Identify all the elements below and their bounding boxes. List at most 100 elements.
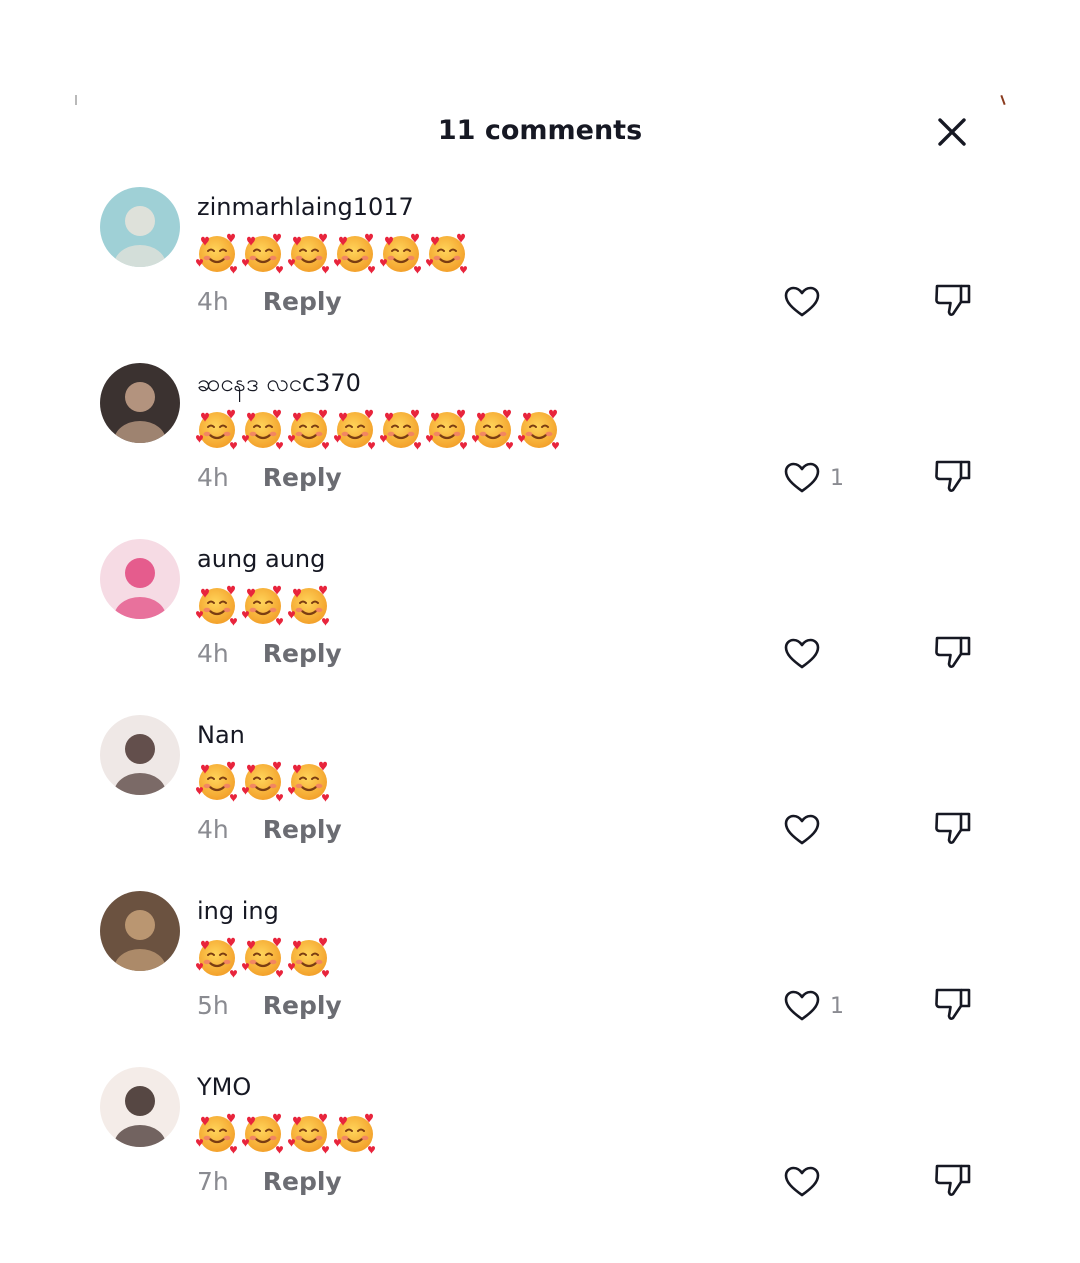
avatar-image bbox=[100, 363, 180, 443]
dislike-button[interactable] bbox=[931, 454, 975, 498]
comment-meta: 4h Reply bbox=[197, 813, 342, 847]
smiling-face-with-hearts-icon bbox=[380, 233, 421, 274]
avatar-image bbox=[100, 1067, 180, 1147]
smiling-face-with-hearts-icon bbox=[288, 409, 329, 450]
frame-corner-left bbox=[75, 95, 77, 105]
avatar-image bbox=[100, 539, 180, 619]
comment-time: 5h bbox=[197, 991, 229, 1020]
smiling-face-with-hearts-icon bbox=[334, 233, 375, 274]
comment-username[interactable]: Nan bbox=[197, 719, 245, 751]
comment-text bbox=[195, 583, 331, 629]
smiling-face-with-hearts-icon bbox=[242, 233, 283, 274]
dislike-button[interactable] bbox=[931, 806, 975, 850]
comment-item: ing ing 5h Reply 1 bbox=[0, 891, 1080, 1067]
close-button[interactable] bbox=[930, 110, 974, 154]
like-count: 1 bbox=[830, 465, 844, 491]
comment-item: YMO 7h Reply bbox=[0, 1067, 1080, 1243]
comment-username[interactable]: ဆငနဒ လငc370 bbox=[197, 367, 361, 399]
comment-item: Nan 4h Reply bbox=[0, 715, 1080, 891]
avatar-image bbox=[100, 715, 180, 795]
comment-time: 4h bbox=[197, 815, 229, 844]
avatar[interactable] bbox=[100, 187, 180, 267]
like-button[interactable]: 1 bbox=[782, 456, 844, 500]
smiling-face-with-hearts-icon bbox=[426, 409, 467, 450]
comment-text bbox=[195, 759, 331, 805]
reply-button[interactable]: Reply bbox=[263, 639, 342, 668]
like-button[interactable] bbox=[782, 280, 830, 324]
comment-text bbox=[195, 407, 561, 453]
comment-item: ဆငနဒ လငc370 4h Reply 1 bbox=[0, 363, 1080, 539]
comment-username[interactable]: ing ing bbox=[197, 895, 279, 927]
comment-meta: 4h Reply bbox=[197, 285, 342, 319]
comment-meta: 5h Reply bbox=[197, 989, 342, 1023]
smiling-face-with-hearts-icon bbox=[242, 585, 283, 626]
dislike-button[interactable] bbox=[931, 1158, 975, 1202]
smiling-face-with-hearts-icon bbox=[196, 409, 237, 450]
like-button[interactable] bbox=[782, 632, 830, 676]
smiling-face-with-hearts-icon bbox=[288, 761, 329, 802]
smiling-face-with-hearts-icon bbox=[288, 233, 329, 274]
comment-time: 4h bbox=[197, 463, 229, 492]
reply-button[interactable]: Reply bbox=[263, 287, 342, 316]
smiling-face-with-hearts-icon bbox=[196, 585, 237, 626]
smiling-face-with-hearts-icon bbox=[518, 409, 559, 450]
reply-button[interactable]: Reply bbox=[263, 1167, 342, 1196]
reply-button[interactable]: Reply bbox=[263, 991, 342, 1020]
comment-meta: 7h Reply bbox=[197, 1165, 342, 1199]
comment-time: 4h bbox=[197, 287, 229, 316]
comment-meta: 4h Reply bbox=[197, 637, 342, 671]
reply-button[interactable]: Reply bbox=[263, 815, 342, 844]
smiling-face-with-hearts-icon bbox=[242, 409, 283, 450]
smiling-face-with-hearts-icon bbox=[288, 1113, 329, 1154]
smiling-face-with-hearts-icon bbox=[288, 937, 329, 978]
heart-outline-icon bbox=[784, 990, 820, 1021]
comment-time: 7h bbox=[197, 1167, 229, 1196]
frame-corner-right bbox=[1000, 94, 1006, 106]
comment-item: zinmarhlaing1017 4h Reply bbox=[0, 187, 1080, 363]
thumbs-down-icon bbox=[935, 460, 971, 492]
avatar[interactable] bbox=[100, 715, 180, 795]
heart-outline-icon bbox=[784, 1166, 820, 1197]
thumbs-down-icon bbox=[935, 636, 971, 668]
smiling-face-with-hearts-icon bbox=[196, 761, 237, 802]
smiling-face-with-hearts-icon bbox=[196, 937, 237, 978]
comment-text bbox=[195, 935, 331, 981]
heart-outline-icon bbox=[784, 286, 820, 317]
smiling-face-with-hearts-icon bbox=[426, 233, 467, 274]
comment-username[interactable]: zinmarhlaing1017 bbox=[197, 191, 414, 223]
comment-username[interactable]: aung aung bbox=[197, 543, 325, 575]
smiling-face-with-hearts-icon bbox=[242, 937, 283, 978]
comment-username[interactable]: YMO bbox=[197, 1071, 251, 1103]
avatar[interactable] bbox=[100, 363, 180, 443]
smiling-face-with-hearts-icon bbox=[288, 585, 329, 626]
comment-item: aung aung 4h Reply bbox=[0, 539, 1080, 715]
heart-outline-icon bbox=[784, 638, 820, 669]
avatar[interactable] bbox=[100, 1067, 180, 1147]
comments-count-title: 11 comments bbox=[437, 115, 643, 146]
close-icon bbox=[938, 118, 966, 146]
like-button[interactable]: 1 bbox=[782, 984, 844, 1028]
smiling-face-with-hearts-icon bbox=[196, 233, 237, 274]
like-button[interactable] bbox=[782, 808, 830, 852]
like-button[interactable] bbox=[782, 1160, 830, 1204]
thumbs-down-icon bbox=[935, 812, 971, 844]
thumbs-down-icon bbox=[935, 1164, 971, 1196]
dislike-button[interactable] bbox=[931, 982, 975, 1026]
dislike-button[interactable] bbox=[931, 278, 975, 322]
reply-button[interactable]: Reply bbox=[263, 463, 342, 492]
like-count: 1 bbox=[830, 993, 844, 1019]
dislike-button[interactable] bbox=[931, 630, 975, 674]
heart-outline-icon bbox=[784, 462, 820, 493]
avatar-image bbox=[100, 187, 180, 267]
smiling-face-with-hearts-icon bbox=[472, 409, 513, 450]
comment-text bbox=[195, 231, 469, 277]
avatar[interactable] bbox=[100, 891, 180, 971]
comment-text bbox=[195, 1111, 377, 1157]
heart-outline-icon bbox=[784, 814, 820, 845]
smiling-face-with-hearts-icon bbox=[196, 1113, 237, 1154]
avatar[interactable] bbox=[100, 539, 180, 619]
smiling-face-with-hearts-icon bbox=[334, 409, 375, 450]
comment-time: 4h bbox=[197, 639, 229, 668]
comment-meta: 4h Reply bbox=[197, 461, 342, 495]
smiling-face-with-hearts-icon bbox=[242, 1113, 283, 1154]
